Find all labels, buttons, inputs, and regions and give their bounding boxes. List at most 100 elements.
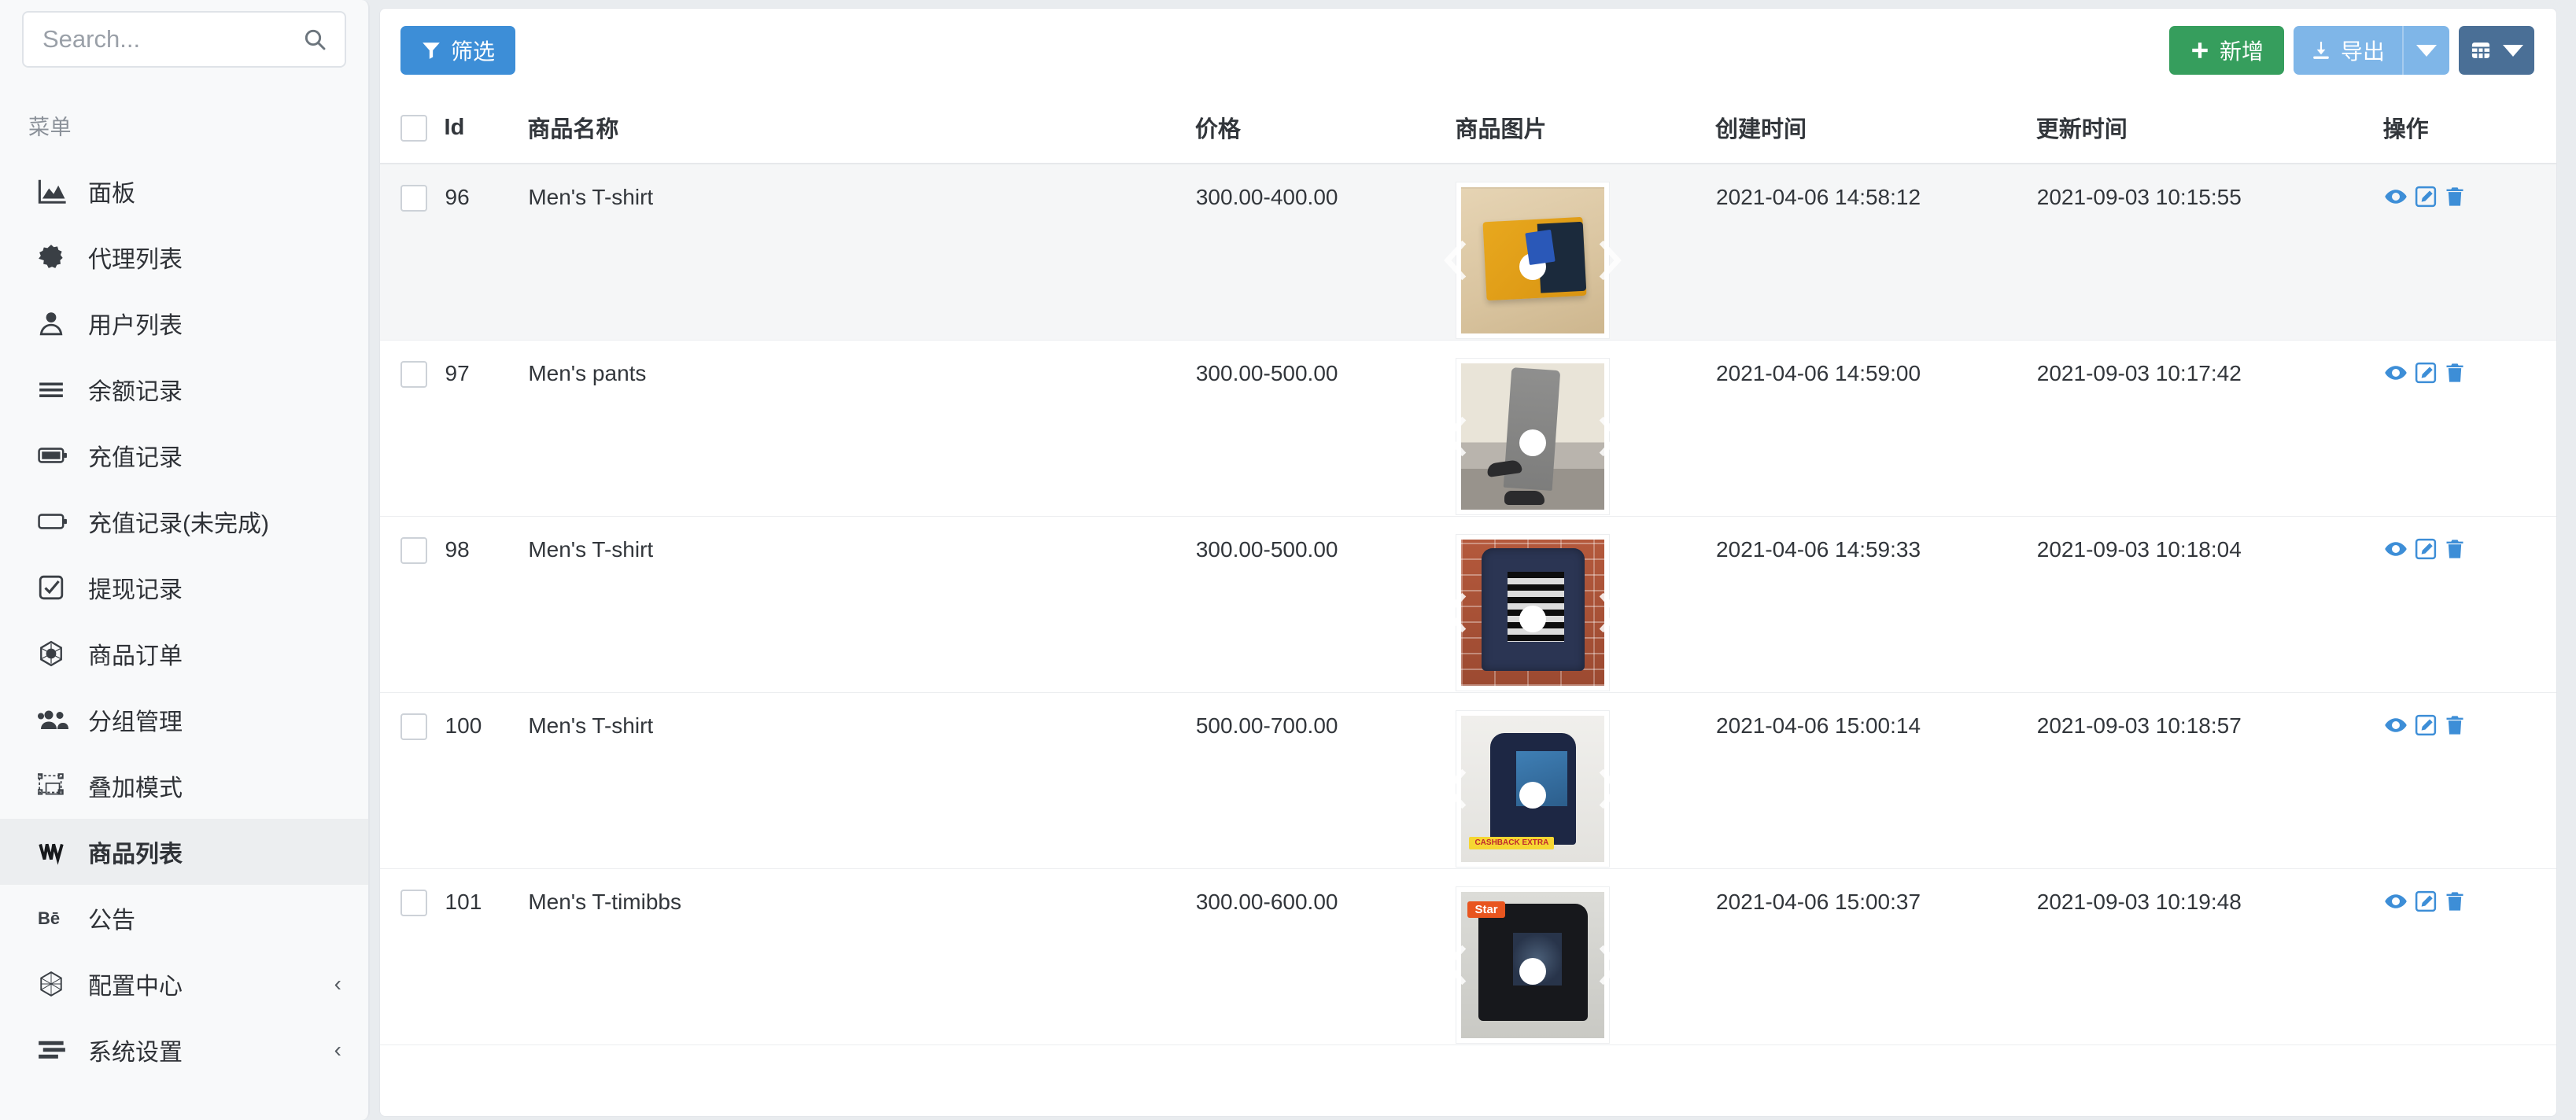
- carousel-prev-icon[interactable]: [1442, 592, 1469, 633]
- column-header-id[interactable]: Id: [444, 92, 528, 164]
- sidebar-item-balance-records[interactable]: 余额记录: [0, 356, 368, 422]
- cell-created: 2021-04-06 14:59:00: [1715, 340, 2036, 517]
- edit-icon[interactable]: [2414, 537, 2438, 561]
- sidebar-item-label: 代理列表: [88, 247, 183, 273]
- sidebar-item-product-list[interactable]: 商品列表: [0, 819, 368, 885]
- sliders-icon: [38, 1039, 74, 1061]
- column-settings-button[interactable]: [2459, 26, 2534, 75]
- eye-icon[interactable]: [2384, 185, 2408, 208]
- column-header-updated[interactable]: 更新时间: [2035, 92, 2383, 164]
- cell-actions: [2382, 340, 2556, 517]
- trash-icon[interactable]: [2444, 538, 2466, 560]
- trash-icon[interactable]: [2444, 890, 2466, 912]
- edit-icon[interactable]: [2414, 890, 2438, 913]
- product-image-carousel[interactable]: CASHBACK EXTRA: [1444, 710, 1622, 868]
- product-image-carousel[interactable]: [1444, 182, 1622, 339]
- cell-price: 300.00-400.00: [1194, 164, 1456, 341]
- carousel-prev-icon[interactable]: [1442, 416, 1469, 457]
- table-row[interactable]: 101 Men's T-timibbs 300.00-600.00 Star 2…: [380, 868, 2556, 1045]
- product-image-carousel[interactable]: [1444, 358, 1622, 515]
- export-button-group: 导出: [2293, 26, 2449, 75]
- carousel-next-icon[interactable]: [1596, 768, 1623, 809]
- row-checkbox[interactable]: [400, 537, 427, 564]
- search-icon[interactable]: [302, 27, 327, 52]
- row-checkbox[interactable]: [400, 713, 427, 740]
- table-row[interactable]: 100 Men's T-shirt 500.00-700.00 CASHBACK…: [380, 692, 2556, 869]
- cell-id: 96: [444, 164, 528, 341]
- carousel-next-icon[interactable]: [1596, 945, 1623, 986]
- eye-icon[interactable]: [2384, 890, 2408, 913]
- export-dropdown-button[interactable]: [2402, 26, 2449, 75]
- add-button[interactable]: 新增: [2168, 26, 2284, 75]
- row-select-cell: [380, 516, 445, 693]
- sidebar-item-recharge-records[interactable]: 充值记录: [0, 422, 368, 488]
- wpforms-icon: [38, 838, 74, 865]
- sidebar-item-product-orders[interactable]: 商品订单: [0, 621, 368, 687]
- main-content: 筛选 新增 导出 Id 商品名称 价格 商品图片 创建时间 更新时间 操作 96…: [370, 0, 2576, 1120]
- cell-name: Men's T-shirt: [527, 692, 1195, 869]
- carousel-prev-icon[interactable]: [1442, 768, 1469, 809]
- column-header-created[interactable]: 创建时间: [1715, 92, 2036, 164]
- chevron-left-icon[interactable]: ‹: [334, 973, 345, 995]
- trash-icon[interactable]: [2444, 362, 2466, 384]
- edit-icon[interactable]: [2414, 361, 2438, 385]
- table-row[interactable]: 97 Men's pants 300.00-500.00 2021-04-06 …: [380, 340, 2556, 517]
- column-header-name[interactable]: 商品名称: [527, 92, 1195, 164]
- sidebar-item-label: 余额记录: [88, 379, 183, 405]
- eye-icon[interactable]: [2384, 713, 2408, 737]
- trash-icon[interactable]: [2444, 714, 2466, 736]
- cell-image: [1444, 516, 1716, 693]
- table-row[interactable]: 96 Men's T-shirt 300.00-400.00 2021-04-0…: [380, 164, 2556, 341]
- search-box[interactable]: [22, 11, 346, 68]
- sidebar-item-group-management[interactable]: 分组管理: [0, 687, 368, 753]
- product-image: [1461, 187, 1605, 333]
- export-button[interactable]: 导出: [2293, 26, 2402, 75]
- sidebar-item-recharge-records-incomplete[interactable]: 充值记录(未完成): [0, 488, 368, 554]
- sidebar-item-system-settings[interactable]: 系统设置 ‹: [0, 1017, 368, 1083]
- row-actions: [2384, 713, 2556, 737]
- sidebar-item-announcement[interactable]: Bē 公告: [0, 885, 368, 951]
- column-header-price[interactable]: 价格: [1194, 92, 1456, 164]
- sidebar-item-dashboard[interactable]: 面板: [0, 158, 368, 224]
- trash-icon[interactable]: [2444, 186, 2466, 208]
- sidebar-item-user-list[interactable]: 用户列表: [0, 290, 368, 356]
- chevron-left-icon[interactable]: ‹: [334, 1039, 345, 1061]
- cell-image: Star: [1444, 868, 1716, 1045]
- carousel-next-icon[interactable]: [1596, 416, 1623, 457]
- cell-actions: [2382, 164, 2556, 341]
- filter-button[interactable]: 筛选: [400, 26, 516, 75]
- cell-actions: [2382, 516, 2556, 693]
- table-row[interactable]: 98 Men's T-shirt 300.00-500.00 2021-04-0…: [380, 516, 2556, 693]
- product-image-carousel[interactable]: Star: [1444, 886, 1622, 1044]
- toolbar: 筛选 新增 导出: [380, 9, 2556, 92]
- search-input[interactable]: [24, 13, 345, 66]
- user-circle-icon: [38, 310, 74, 337]
- table-body: 96 Men's T-shirt 300.00-400.00 2021-04-0…: [380, 164, 2556, 1045]
- sidebar: 菜单 面板 代理列表: [0, 0, 370, 1120]
- cell-actions: [2382, 868, 2556, 1045]
- sidebar-item-label: 商品订单: [88, 643, 183, 669]
- edit-icon[interactable]: [2414, 713, 2438, 737]
- carousel-prev-icon[interactable]: [1442, 945, 1469, 986]
- product-image-carousel[interactable]: [1444, 534, 1622, 691]
- row-checkbox[interactable]: [400, 890, 427, 916]
- sidebar-item-overlay-mode[interactable]: 叠加模式: [0, 753, 368, 819]
- row-checkbox[interactable]: [400, 185, 427, 212]
- carousel-prev-icon[interactable]: [1442, 240, 1469, 281]
- eye-icon[interactable]: [2384, 361, 2408, 385]
- app-root: 菜单 面板 代理列表: [0, 0, 2576, 1120]
- sidebar-item-withdraw-records[interactable]: 提现记录: [0, 554, 368, 621]
- row-checkbox[interactable]: [400, 361, 427, 388]
- edit-icon[interactable]: [2414, 185, 2438, 208]
- carousel-next-icon[interactable]: [1596, 592, 1623, 633]
- cell-actions: [2382, 692, 2556, 869]
- chart-area-icon: [38, 176, 74, 206]
- select-all-checkbox[interactable]: [400, 115, 427, 142]
- sidebar-item-config-center[interactable]: 配置中心 ‹: [0, 951, 368, 1017]
- column-header-image[interactable]: 商品图片: [1455, 92, 1716, 164]
- carousel-next-icon[interactable]: [1596, 240, 1623, 281]
- eye-icon[interactable]: [2384, 537, 2408, 561]
- sidebar-item-agent-list[interactable]: 代理列表: [0, 224, 368, 290]
- select-all-header: [380, 92, 445, 164]
- cell-price: 300.00-500.00: [1194, 340, 1456, 517]
